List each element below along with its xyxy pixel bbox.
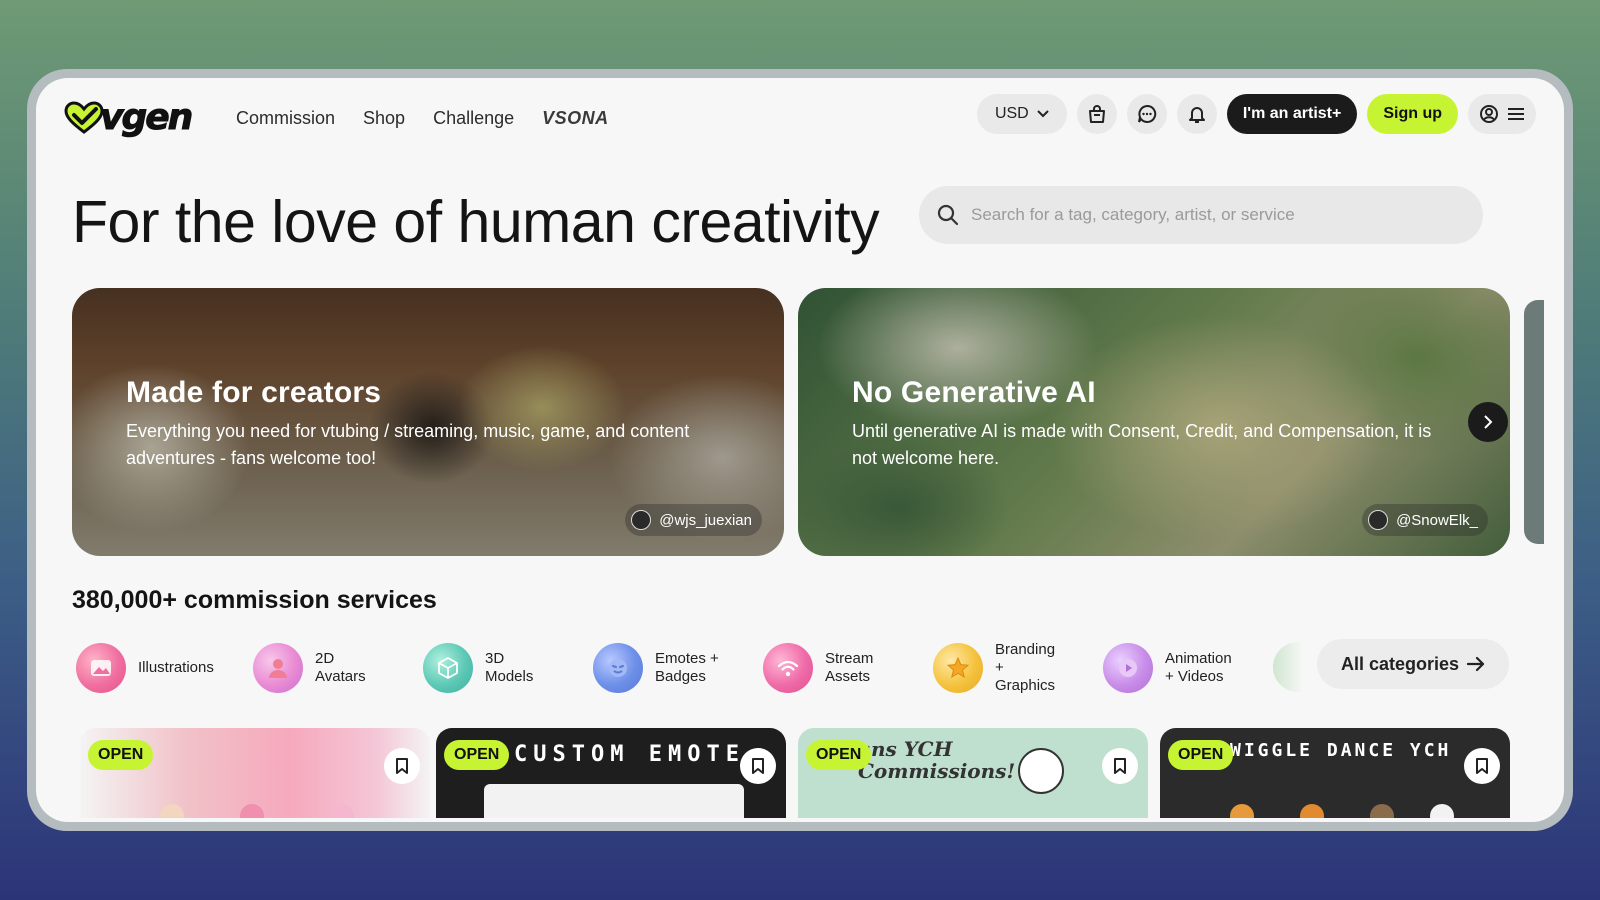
chevron-down-icon bbox=[1037, 110, 1049, 118]
category-3d-models[interactable]: 3D Models bbox=[423, 638, 533, 698]
category-2d-avatars[interactable]: 2D Avatars bbox=[253, 638, 366, 698]
status-badge: OPEN bbox=[1168, 740, 1234, 770]
bookmark-button[interactable] bbox=[1102, 748, 1138, 784]
category-list: Illustrations 2D Avatars 3D Models Emote… bbox=[76, 638, 1476, 698]
brand-name: vgen bbox=[99, 97, 193, 138]
character-art bbox=[240, 804, 264, 818]
bell-icon bbox=[1188, 107, 1205, 123]
character-art bbox=[160, 804, 184, 818]
user-circle-icon bbox=[1480, 105, 1498, 123]
nav-shop[interactable]: Shop bbox=[363, 106, 405, 130]
section-title: 380,000+ commission services bbox=[72, 586, 437, 614]
character-art bbox=[1370, 804, 1394, 818]
search-input[interactable] bbox=[971, 205, 1451, 225]
artist-button[interactable]: I'm an artist+ bbox=[1226, 94, 1358, 134]
avatar bbox=[631, 510, 652, 530]
character-art bbox=[1430, 804, 1454, 818]
emote-strip bbox=[484, 784, 744, 818]
listing-card[interactable]: CUSTOM EMOTE OPEN bbox=[436, 728, 786, 818]
currency-value: USD bbox=[994, 105, 1029, 122]
all-categories-label: All categories bbox=[1340, 653, 1460, 674]
credit-handle: @wjs_juexian bbox=[659, 511, 752, 529]
signal-icon bbox=[763, 643, 813, 693]
smile-icon bbox=[593, 643, 643, 693]
nav-vsona[interactable]: VSONA bbox=[542, 106, 609, 130]
shopping-bag-icon bbox=[1088, 105, 1105, 123]
chat-bubble-icon bbox=[1137, 104, 1156, 123]
category-branding-graphics[interactable]: Branding + Graphics bbox=[933, 638, 1055, 698]
page-title: For the love of human creativity bbox=[72, 189, 880, 255]
status-badge: OPEN bbox=[444, 740, 510, 770]
category-stream-assets[interactable]: Stream Assets bbox=[763, 638, 873, 698]
signup-button[interactable]: Sign up bbox=[1367, 94, 1458, 134]
notifications-button[interactable] bbox=[1176, 94, 1217, 134]
banner-made-for-creators[interactable]: Made for creators Everything you need fo… bbox=[72, 288, 784, 556]
nav-links: Commission Shop Challenge VSONA bbox=[236, 106, 609, 130]
banner-text: Everything you need for vtubing / stream… bbox=[126, 421, 690, 468]
search-icon bbox=[937, 204, 959, 226]
vgen-logo[interactable]: vgen bbox=[64, 97, 194, 138]
bookmark-icon bbox=[396, 758, 408, 774]
category-label: Animation + Videos bbox=[1165, 650, 1232, 685]
bookmark-icon bbox=[752, 758, 764, 774]
category-illustrations[interactable]: Illustrations bbox=[76, 638, 214, 698]
artist-credit[interactable]: @SnowElk_ bbox=[1362, 504, 1488, 536]
status-badge: OPEN bbox=[806, 740, 872, 770]
heart-check-icon bbox=[64, 101, 104, 134]
artist-credit[interactable]: @wjs_juexian bbox=[625, 504, 762, 536]
category-emotes-badges[interactable]: Emotes + Badges bbox=[593, 638, 719, 698]
category-label: 2D Avatars bbox=[315, 650, 366, 685]
listing-card[interactable]: OPEN bbox=[80, 728, 430, 818]
avatar bbox=[1368, 510, 1389, 530]
listing-art-text: CUSTOM EMOTE bbox=[514, 742, 745, 767]
page-window: vgen Commission Shop Challenge VSONA USD… bbox=[36, 78, 1564, 822]
image-icon bbox=[76, 643, 126, 693]
top-nav: vgen Commission Shop Challenge VSONA USD… bbox=[36, 78, 1564, 158]
cube-icon bbox=[423, 643, 473, 693]
search-bar[interactable] bbox=[919, 186, 1483, 244]
hamburger-menu-icon bbox=[1508, 108, 1524, 120]
next-banner-peek bbox=[1524, 300, 1544, 544]
character-art bbox=[1300, 804, 1324, 818]
arrow-right-icon bbox=[1467, 656, 1485, 672]
currency-select[interactable]: USD bbox=[976, 94, 1067, 134]
category-label: Stream Assets bbox=[825, 650, 874, 685]
status-badge: OPEN bbox=[88, 740, 154, 770]
bookmark-button[interactable] bbox=[740, 748, 776, 784]
bookmark-icon bbox=[1114, 758, 1126, 774]
category-label: Emotes + Badges bbox=[655, 650, 719, 685]
chevron-right-icon bbox=[1484, 415, 1493, 429]
category-animation-videos[interactable]: Animation + Videos bbox=[1103, 638, 1232, 698]
listing-art-text: WIGGLE DANCE YCH bbox=[1230, 740, 1452, 761]
account-menu-button[interactable] bbox=[1468, 94, 1536, 134]
cart-button[interactable] bbox=[1076, 94, 1117, 134]
nav-actions: USD I'm an artist+ Sign up bbox=[976, 94, 1536, 134]
category-label: Branding + Graphics bbox=[995, 641, 1056, 694]
character-art bbox=[330, 804, 354, 818]
listing-card[interactable]: ans YCH Commissions! OPEN bbox=[798, 728, 1148, 818]
banner-text: Until generative AI is made with Consent… bbox=[852, 421, 1432, 468]
bookmark-button[interactable] bbox=[384, 748, 420, 784]
category-label: Illustrations bbox=[138, 659, 214, 676]
all-categories-button[interactable]: All categories bbox=[1317, 639, 1509, 689]
listing-card[interactable]: WIGGLE DANCE YCH OPEN bbox=[1160, 728, 1510, 818]
character-art bbox=[1230, 804, 1254, 818]
banner-title: No Generative AI bbox=[852, 376, 1096, 409]
browser-frame: vgen Commission Shop Challenge VSONA USD… bbox=[27, 69, 1573, 831]
category-label: 3D Models bbox=[485, 650, 534, 685]
nav-challenge[interactable]: Challenge bbox=[433, 106, 514, 130]
messages-button[interactable] bbox=[1126, 94, 1167, 134]
bookmark-icon bbox=[1476, 758, 1488, 774]
character-art bbox=[1018, 748, 1064, 794]
credit-handle: @SnowElk_ bbox=[1396, 511, 1478, 529]
banner-no-generative-ai[interactable]: No Generative AI Until generative AI is … bbox=[798, 288, 1510, 556]
banner-title: Made for creators bbox=[126, 376, 382, 409]
person-icon bbox=[253, 643, 303, 693]
carousel-next-button[interactable] bbox=[1468, 402, 1508, 442]
star-icon bbox=[933, 643, 983, 693]
nav-commission[interactable]: Commission bbox=[236, 106, 335, 130]
listing-art-text: ans YCH Commissions! bbox=[858, 737, 1016, 783]
play-icon bbox=[1103, 643, 1153, 693]
bookmark-button[interactable] bbox=[1464, 748, 1500, 784]
